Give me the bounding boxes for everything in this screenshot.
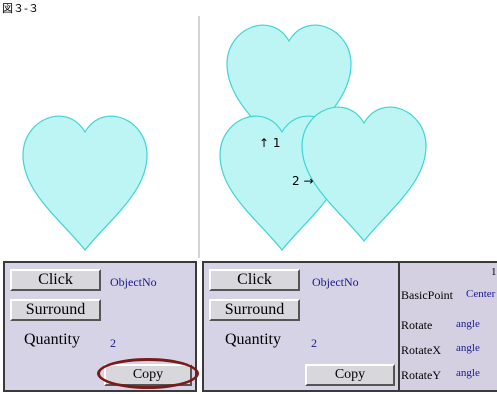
rotatey-label: RotateY [401, 368, 441, 382]
click-button-2[interactable]: Click [209, 269, 300, 291]
basic-point-label: BasicPoint [401, 288, 454, 302]
surround-button-2[interactable]: Surround [209, 299, 300, 321]
object-no-value-2: ObjectNo [312, 275, 359, 289]
copy-button-2[interactable]: Copy [305, 364, 395, 386]
rotate-label: Rotate [401, 318, 433, 332]
quantity-value: 2 [110, 336, 116, 350]
quantity-label: Quantity [24, 331, 80, 348]
surround-button[interactable]: Surround [10, 299, 101, 321]
annotation-arrow-right: 2 → [292, 174, 314, 188]
quantity-label-2: Quantity [225, 331, 281, 348]
copy-highlight-ring [97, 358, 199, 389]
canvas-area [22, 24, 427, 251]
heart-shape-original[interactable] [22, 115, 148, 251]
annotation-arrow-up: ↑ 1 [259, 136, 281, 150]
rotatex-label: RotateX [401, 343, 441, 357]
object-no-value: ObjectNo [110, 275, 157, 289]
basic-point-value[interactable]: Center [466, 288, 495, 300]
rotate-value[interactable]: angle [456, 318, 480, 330]
quantity-value-2: 2 [311, 336, 317, 350]
heart-shape-copy-right[interactable] [301, 106, 427, 242]
properties-top-partial: 1 [491, 266, 497, 278]
rotatex-value[interactable]: angle [456, 342, 480, 354]
right-control-panel: Click ObjectNo Surround Quantity 2 Copy [202, 261, 400, 392]
rotatey-value[interactable]: angle [456, 367, 480, 379]
click-button[interactable]: Click [10, 269, 101, 291]
properties-panel: 1 BasicPoint Center Rotate angle RotateX… [398, 261, 497, 392]
